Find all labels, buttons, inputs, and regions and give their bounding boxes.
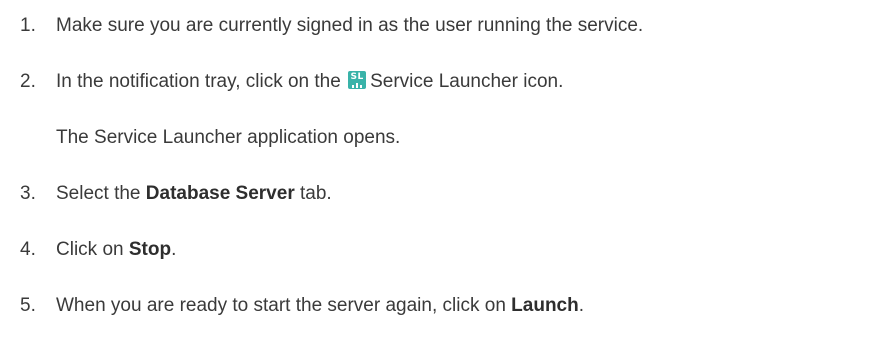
- step-result-text: The Service Launcher application opens.: [56, 127, 401, 148]
- service-launcher-icon-label: SL: [350, 72, 364, 82]
- step-number: 1.: [20, 15, 36, 36]
- step-text: Click on: [56, 239, 124, 260]
- stop-button-reference: Stop: [128, 239, 172, 260]
- launch-button-reference: Launch: [511, 295, 579, 316]
- step-number: 3.: [20, 183, 36, 204]
- step-2: 2. In the notification tray, click on the…: [20, 70, 563, 94]
- step-number: 5.: [20, 295, 36, 316]
- step-number: 2.: [20, 71, 36, 92]
- step-text: .: [578, 295, 585, 316]
- step-number: 4.: [20, 239, 36, 260]
- step-5: 5. When you are ready to start the server…: [20, 294, 584, 318]
- step-text: Select the: [56, 183, 141, 204]
- step-text: .: [171, 239, 177, 260]
- database-server-tab-reference: Database Server: [145, 183, 295, 204]
- step-text: tab.: [300, 183, 332, 204]
- step-3: 3. Select the Database Server tab.: [20, 182, 332, 206]
- step-1: 1. Make sure you are currently signed in …: [20, 14, 643, 38]
- step-text: Service Launcher icon.: [370, 71, 564, 92]
- step-text: Make sure you are currently signed in as…: [56, 15, 644, 36]
- step-text: In the notification tray, click on the: [56, 71, 341, 92]
- step-2-result: The Service Launcher application opens.: [56, 126, 400, 150]
- step-text: When you are ready to start the server a…: [56, 295, 506, 316]
- step-4: 4. Click on Stop.: [20, 238, 176, 262]
- service-launcher-icon: SL: [348, 71, 367, 89]
